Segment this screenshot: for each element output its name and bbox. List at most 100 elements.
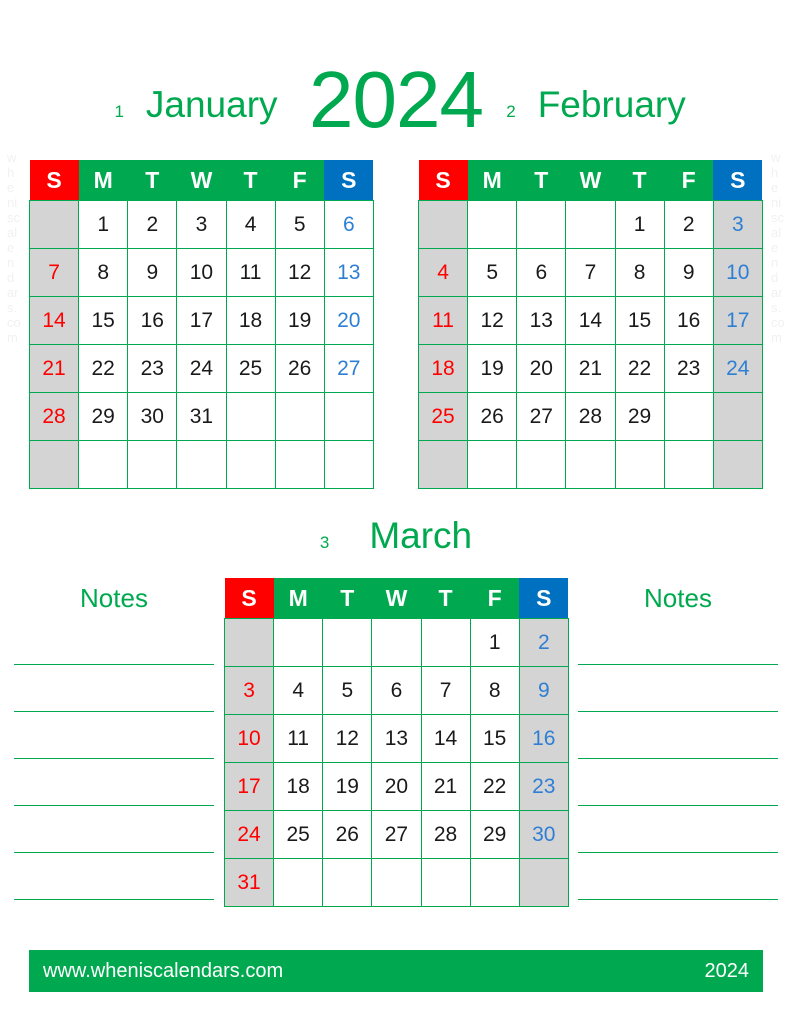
day-cell[interactable]: 27 (516, 392, 567, 441)
day-cell[interactable]: 28 (565, 392, 616, 441)
day-cell[interactable]: 31 (223, 858, 275, 907)
note-line[interactable] (578, 806, 778, 853)
day-cell[interactable]: 23 (663, 344, 714, 393)
day-cell[interactable]: 2 (518, 618, 569, 667)
day-cell[interactable]: 12 (467, 296, 518, 345)
day-cell[interactable]: 21 (28, 344, 80, 393)
day-cell[interactable]: 27 (371, 810, 422, 859)
note-line[interactable] (578, 665, 778, 712)
day-cell[interactable]: 13 (516, 296, 567, 345)
day-cell[interactable]: 15 (469, 714, 520, 763)
day-cell[interactable]: 5 (274, 200, 325, 249)
day-cell[interactable]: 23 (518, 762, 569, 811)
day-cell[interactable]: 10 (223, 714, 275, 763)
day-cell[interactable]: 31 (176, 392, 227, 441)
note-line[interactable] (14, 853, 214, 900)
day-cell[interactable]: 11 (417, 296, 469, 345)
day-cell[interactable]: 22 (78, 344, 129, 393)
day-cell[interactable]: 11 (225, 248, 276, 297)
day-cell[interactable]: 3 (223, 666, 275, 715)
day-cell[interactable]: 21 (420, 762, 471, 811)
day-cell[interactable]: 9 (127, 248, 178, 297)
day-cell[interactable]: 10 (176, 248, 227, 297)
day-cell[interactable]: 18 (417, 344, 469, 393)
day-cell[interactable]: 20 (516, 344, 567, 393)
day-cell[interactable]: 8 (469, 666, 520, 715)
day-cell[interactable]: 8 (614, 248, 665, 297)
day-cell[interactable]: 19 (322, 762, 373, 811)
day-cell[interactable]: 16 (663, 296, 714, 345)
day-cell[interactable]: 9 (518, 666, 569, 715)
day-cell[interactable]: 15 (614, 296, 665, 345)
day-cell[interactable]: 3 (712, 200, 763, 249)
day-cell[interactable]: 22 (469, 762, 520, 811)
day-cell[interactable]: 11 (273, 714, 324, 763)
day-cell[interactable]: 21 (565, 344, 616, 393)
day-cell[interactable]: 2 (127, 200, 178, 249)
day-cell[interactable]: 1 (469, 618, 520, 667)
day-cell[interactable]: 1 (78, 200, 129, 249)
day-cell[interactable]: 26 (274, 344, 325, 393)
day-cell[interactable]: 25 (273, 810, 324, 859)
day-cell[interactable]: 22 (614, 344, 665, 393)
day-cell[interactable]: 17 (223, 762, 275, 811)
day-cell[interactable]: 17 (176, 296, 227, 345)
day-cell[interactable]: 16 (127, 296, 178, 345)
day-cell[interactable]: 14 (28, 296, 80, 345)
day-cell[interactable]: 20 (371, 762, 422, 811)
day-cell[interactable]: 19 (274, 296, 325, 345)
day-cell[interactable]: 24 (176, 344, 227, 393)
day-cell[interactable]: 10 (712, 248, 763, 297)
day-cell[interactable]: 6 (516, 248, 567, 297)
note-line[interactable] (14, 712, 214, 759)
day-cell[interactable]: 14 (420, 714, 471, 763)
note-line[interactable] (14, 665, 214, 712)
day-cell[interactable]: 29 (469, 810, 520, 859)
notes-lines-left[interactable] (14, 618, 214, 900)
note-line[interactable] (578, 853, 778, 900)
day-cell[interactable]: 1 (614, 200, 665, 249)
day-cell[interactable]: 23 (127, 344, 178, 393)
day-cell[interactable]: 29 (78, 392, 129, 441)
day-cell[interactable]: 20 (323, 296, 374, 345)
day-cell[interactable]: 7 (28, 248, 80, 297)
day-cell[interactable]: 8 (78, 248, 129, 297)
note-line[interactable] (578, 618, 778, 665)
day-cell[interactable]: 4 (417, 248, 469, 297)
note-line[interactable] (578, 759, 778, 806)
day-cell[interactable]: 16 (518, 714, 569, 763)
day-cell[interactable]: 28 (28, 392, 80, 441)
day-cell[interactable]: 26 (467, 392, 518, 441)
day-cell[interactable]: 14 (565, 296, 616, 345)
note-line[interactable] (14, 759, 214, 806)
day-cell[interactable]: 7 (565, 248, 616, 297)
day-cell[interactable]: 9 (663, 248, 714, 297)
day-cell[interactable]: 25 (225, 344, 276, 393)
day-cell[interactable]: 30 (127, 392, 178, 441)
day-cell[interactable]: 4 (225, 200, 276, 249)
day-cell[interactable]: 15 (78, 296, 129, 345)
day-cell[interactable]: 26 (322, 810, 373, 859)
day-cell[interactable]: 5 (467, 248, 518, 297)
day-cell[interactable]: 24 (712, 344, 763, 393)
day-cell[interactable]: 24 (223, 810, 275, 859)
day-cell[interactable]: 29 (614, 392, 665, 441)
day-cell[interactable]: 17 (712, 296, 763, 345)
day-cell[interactable]: 2 (663, 200, 714, 249)
day-cell[interactable]: 18 (225, 296, 276, 345)
day-cell[interactable]: 13 (323, 248, 374, 297)
day-cell[interactable]: 6 (371, 666, 422, 715)
note-line[interactable] (14, 806, 214, 853)
day-cell[interactable]: 12 (274, 248, 325, 297)
day-cell[interactable]: 3 (176, 200, 227, 249)
day-cell[interactable]: 30 (518, 810, 569, 859)
note-line[interactable] (14, 618, 214, 665)
day-cell[interactable]: 5 (322, 666, 373, 715)
day-cell[interactable]: 7 (420, 666, 471, 715)
day-cell[interactable]: 12 (322, 714, 373, 763)
day-cell[interactable]: 25 (417, 392, 469, 441)
note-line[interactable] (578, 712, 778, 759)
day-cell[interactable]: 18 (273, 762, 324, 811)
day-cell[interactable]: 6 (323, 200, 374, 249)
day-cell[interactable]: 4 (273, 666, 324, 715)
